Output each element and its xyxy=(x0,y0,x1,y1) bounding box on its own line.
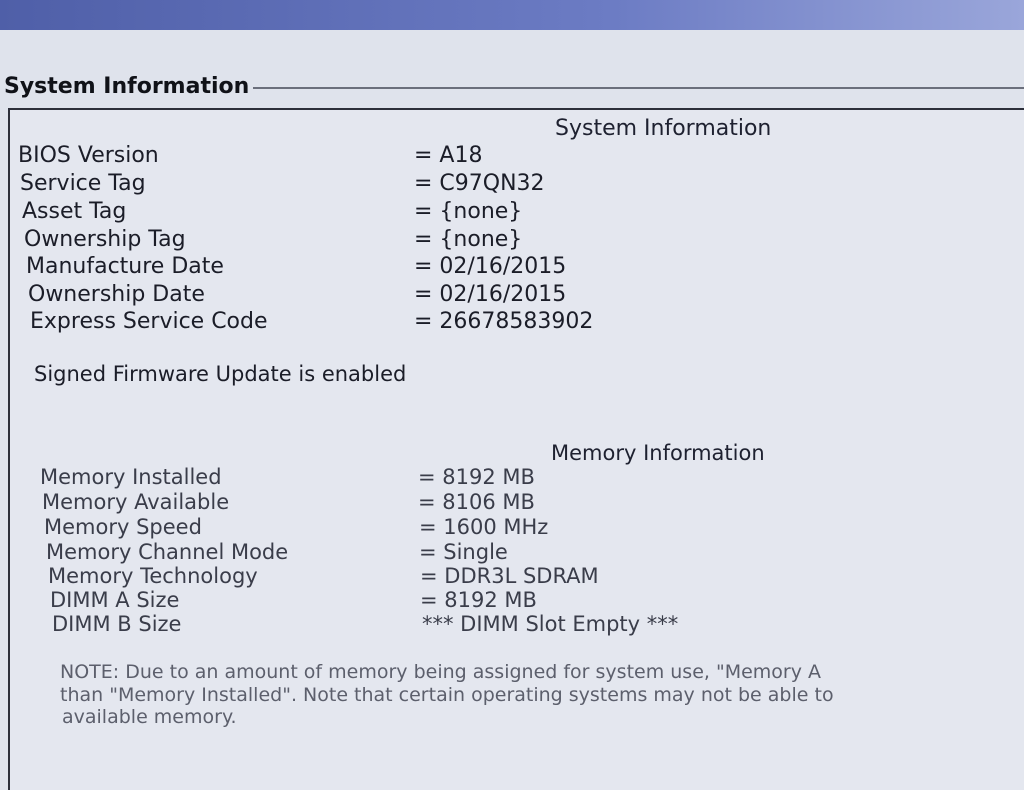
sys-row-manufacture-date: Manufacture Date = 02/16/2015 xyxy=(26,254,646,282)
row-value: = 02/16/2015 xyxy=(414,254,567,279)
row-value: = {none} xyxy=(414,199,523,224)
row-value: = 1600 MHz xyxy=(419,515,549,539)
system-info-heading: System Information xyxy=(555,116,772,141)
mem-row-installed: Memory Installed = 8192 MB xyxy=(40,465,680,493)
row-value: = Single xyxy=(419,540,508,564)
memory-note-line-3: available memory. xyxy=(62,706,237,728)
mem-row-available: Memory Available = 8106 MB xyxy=(42,490,682,518)
row-value: = 26678583902 xyxy=(414,309,594,334)
row-value: *** DIMM Slot Empty *** xyxy=(422,612,679,636)
mem-row-speed: Memory Speed = 1600 MHz xyxy=(44,515,684,543)
row-label: DIMM A Size xyxy=(50,588,180,612)
row-label: Memory Available xyxy=(42,490,230,514)
row-label: DIMM B Size xyxy=(52,612,182,636)
sys-row-express-service-code: Express Service Code = 26678583902 xyxy=(30,309,650,337)
row-value: = 8192 MB xyxy=(420,588,537,612)
sys-row-bios: BIOS Version = A18 xyxy=(18,143,638,171)
row-value: = 02/16/2015 xyxy=(414,282,567,307)
row-label: Memory Technology xyxy=(48,564,258,588)
row-label: Ownership Tag xyxy=(24,227,186,252)
sys-row-service-tag: Service Tag = C97QN32 xyxy=(20,171,640,199)
row-value: = {none} xyxy=(414,227,523,252)
window-top-bar xyxy=(0,0,1024,30)
section-header: System Information xyxy=(4,72,1024,100)
row-label: Asset Tag xyxy=(22,199,127,224)
sys-row-ownership-tag: Ownership Tag = {none} xyxy=(24,227,644,255)
row-label: Memory Speed xyxy=(44,515,202,539)
mem-row-dimm-b: DIMM B Size *** DIMM Slot Empty *** xyxy=(52,612,752,640)
row-label: Memory Channel Mode xyxy=(46,540,289,564)
sys-row-ownership-date: Ownership Date = 02/16/2015 xyxy=(28,282,648,310)
sys-row-asset-tag: Asset Tag = {none} xyxy=(22,199,642,227)
memory-note-line-1: NOTE: Due to an amount of memory being a… xyxy=(60,661,822,683)
memory-info-heading: Memory Information xyxy=(551,441,765,465)
firmware-update-status: Signed Firmware Update is enabled xyxy=(34,362,407,386)
memory-note-line-2: than "Memory Installed". Note that certa… xyxy=(60,684,834,706)
row-label: Manufacture Date xyxy=(26,254,224,279)
row-value: = C97QN32 xyxy=(414,171,545,196)
row-label: BIOS Version xyxy=(18,143,159,168)
row-label: Service Tag xyxy=(20,171,146,196)
section-title: System Information xyxy=(4,73,250,99)
row-label: Express Service Code xyxy=(30,309,268,334)
row-label: Memory Installed xyxy=(40,465,222,489)
section-divider xyxy=(253,87,1024,89)
row-value: = 8106 MB xyxy=(418,490,535,514)
row-value: = DDR3L SDRAM xyxy=(420,564,599,588)
row-value: = A18 xyxy=(414,143,483,168)
row-label: Ownership Date xyxy=(28,282,205,307)
row-value: = 8192 MB xyxy=(418,465,535,489)
